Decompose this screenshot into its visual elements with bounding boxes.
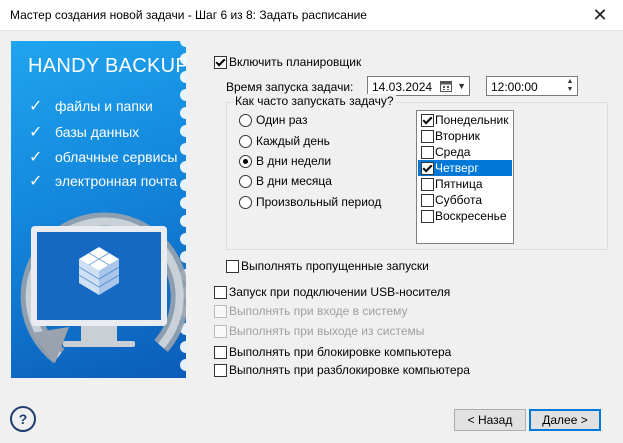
- time-spinner[interactable]: 12:00:00 ▲ ▼: [486, 76, 578, 96]
- back-button[interactable]: < Назад: [454, 409, 526, 431]
- feature-item: ✓ облачные сервисы: [29, 149, 178, 166]
- missed-runs-checkbox[interactable]: [226, 260, 239, 273]
- enable-scheduler-label[interactable]: Включить планировщик: [229, 55, 361, 69]
- spin-down-icon[interactable]: ▼: [564, 86, 576, 94]
- feature-item: ✓ базы данных: [29, 124, 140, 141]
- unlock-trigger-checkbox[interactable]: [214, 364, 227, 377]
- logoff-trigger-checkbox: [214, 325, 227, 338]
- lock-trigger-label[interactable]: Выполнять при блокировке компьютера: [229, 345, 451, 359]
- feature-item: ✓ файлы и папки: [29, 98, 153, 115]
- lock-trigger-checkbox[interactable]: [214, 346, 227, 359]
- radio-monthdays[interactable]: [239, 175, 252, 188]
- day-checkbox[interactable]: [421, 162, 434, 175]
- logoff-trigger-label: Выполнять при выходе из системы: [229, 324, 425, 338]
- close-icon[interactable]: ✕: [577, 0, 623, 30]
- help-icon[interactable]: ?: [10, 406, 36, 432]
- radio-weekdays[interactable]: [239, 155, 252, 168]
- day-checkbox[interactable]: [421, 146, 434, 159]
- unlock-trigger-label[interactable]: Выполнять при разблокировке компьютера: [229, 363, 470, 377]
- radio-weekdays-label[interactable]: В дни недели: [256, 154, 331, 168]
- frequency-group-title: Как часто запускать задачу?: [233, 94, 396, 108]
- logon-trigger-label: Выполнять при входе в систему: [229, 304, 408, 318]
- check-icon: ✓: [29, 149, 43, 166]
- weekday-list[interactable]: Понедельник Вторник Среда Четверг Пятниц…: [416, 110, 514, 244]
- radio-custom-period-label[interactable]: Произвольный период: [256, 195, 381, 209]
- calendar-icon[interactable]: [440, 80, 453, 93]
- radio-once[interactable]: [239, 114, 252, 127]
- spin-up-icon[interactable]: ▲: [564, 78, 576, 86]
- monitor-illustration: [20, 41, 186, 371]
- day-checkbox[interactable]: [421, 130, 434, 143]
- check-icon: ✓: [29, 173, 43, 190]
- promo-banner: HANDY BACKUP ✓ файлы и папки ✓ базы данных…: [11, 41, 186, 378]
- radio-monthdays-label[interactable]: В дни месяца: [256, 174, 332, 188]
- list-item[interactable]: Четверг: [418, 160, 512, 176]
- day-checkbox[interactable]: [421, 178, 434, 191]
- logon-trigger-checkbox: [214, 305, 227, 318]
- usb-trigger-checkbox[interactable]: [214, 286, 227, 299]
- list-item[interactable]: Понедельник: [418, 112, 512, 128]
- missed-runs-label[interactable]: Выполнять пропущенные запуски: [241, 259, 429, 273]
- enable-scheduler-checkbox[interactable]: [214, 56, 227, 69]
- radio-daily-label[interactable]: Каждый день: [256, 134, 330, 148]
- list-item[interactable]: Воскресенье: [418, 208, 512, 224]
- date-value: 14.03.2024: [372, 80, 433, 94]
- day-checkbox[interactable]: [421, 114, 434, 127]
- radio-daily[interactable]: [239, 135, 252, 148]
- radio-once-label[interactable]: Один раз: [256, 113, 307, 127]
- list-item[interactable]: Вторник: [418, 128, 512, 144]
- check-icon: ✓: [29, 98, 43, 115]
- list-item[interactable]: Пятница: [418, 176, 512, 192]
- feature-item: ✓ электронная почта: [29, 173, 178, 190]
- next-button[interactable]: Далее >: [529, 409, 601, 431]
- usb-trigger-label[interactable]: Запуск при подключении USB-носителя: [229, 285, 450, 299]
- check-icon: ✓: [29, 124, 43, 141]
- day-checkbox[interactable]: [421, 210, 434, 223]
- title-bar: Мастер создания новой задачи - Шаг 6 из …: [0, 0, 623, 31]
- radio-custom-period[interactable]: [239, 196, 252, 209]
- list-item[interactable]: Суббота: [418, 192, 512, 208]
- chevron-down-icon[interactable]: ▼: [457, 81, 466, 91]
- list-item[interactable]: Среда: [418, 144, 512, 160]
- window-title: Мастер создания новой задачи - Шаг 6 из …: [10, 8, 367, 22]
- date-picker[interactable]: 14.03.2024 ▼: [367, 76, 470, 96]
- launch-time-label: Время запуска задачи:: [226, 80, 354, 94]
- brand-logo: HANDY BACKUP: [28, 55, 186, 77]
- time-value: 12:00:00: [491, 80, 538, 94]
- day-checkbox[interactable]: [421, 194, 434, 207]
